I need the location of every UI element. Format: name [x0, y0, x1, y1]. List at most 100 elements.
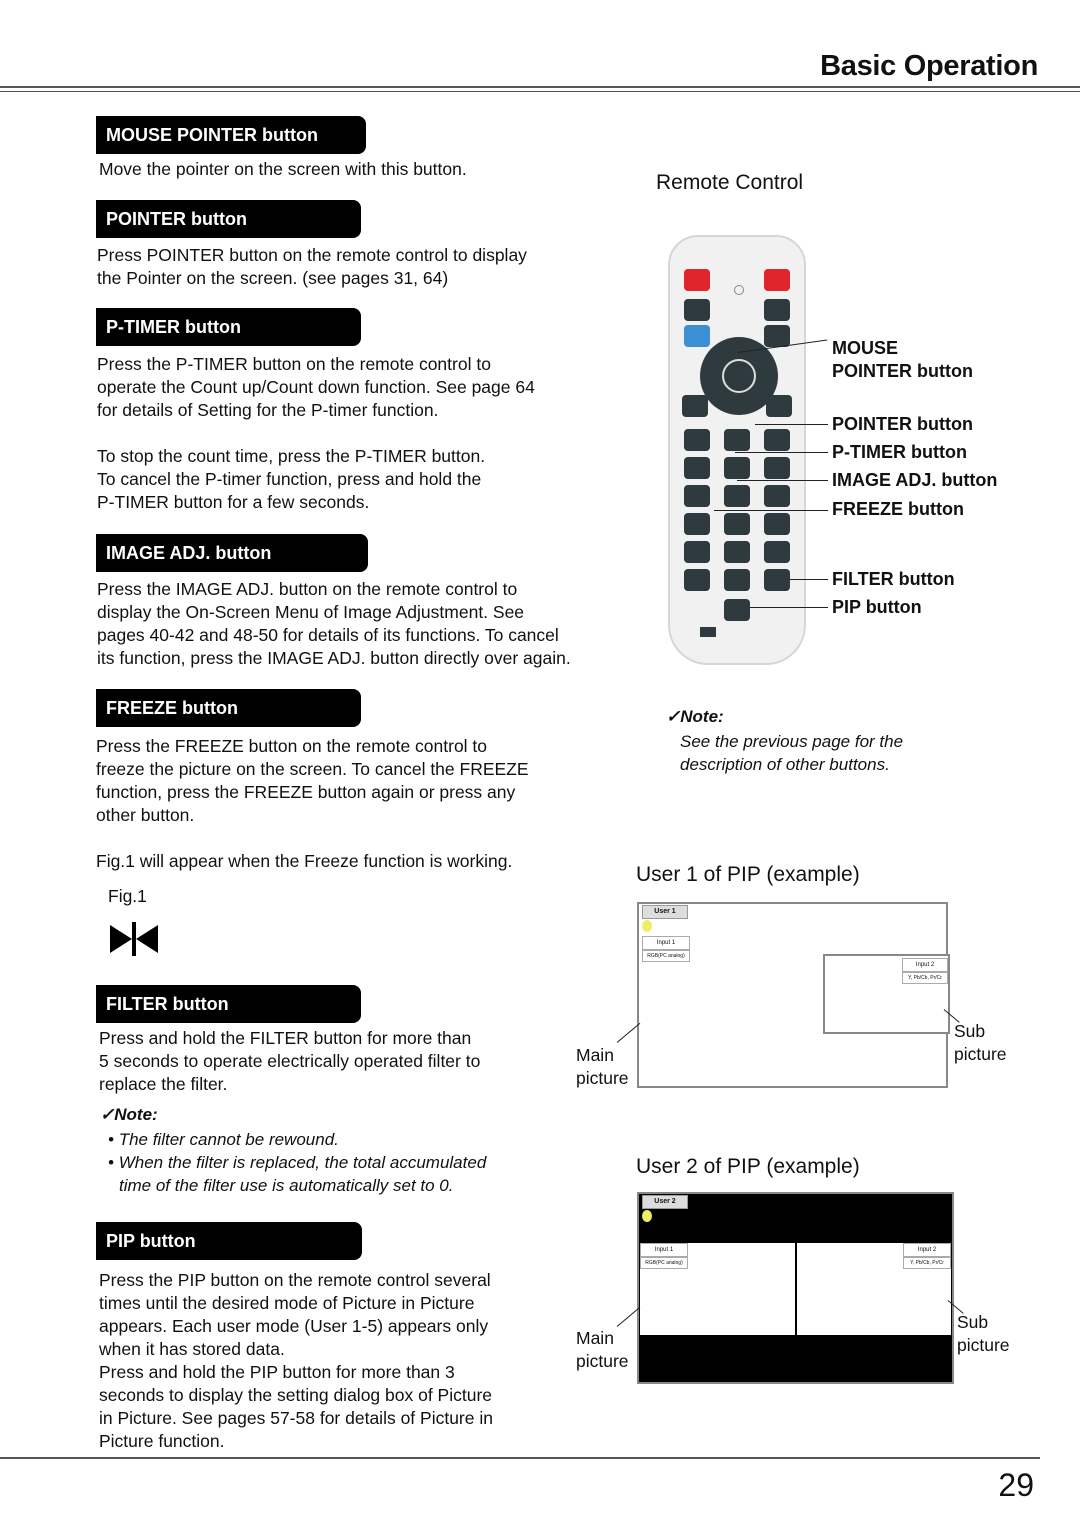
main-picture-window: Input 1 RGB(PC analog)	[640, 1243, 795, 1335]
callout-freeze: FREEZE button	[832, 499, 964, 519]
pip-text: Press the PIP button on the remote contr…	[99, 1269, 493, 1453]
imagesel-button-icon	[684, 457, 710, 479]
filter-text: Press and hold the FILTER button for mor…	[99, 1027, 480, 1096]
section-heading-p-timer: P-TIMER button	[96, 308, 361, 346]
text-line: when it has stored data.	[99, 1339, 285, 1359]
note-item: • When the filter is replaced, the total…	[108, 1153, 487, 1172]
text-line: replace the filter.	[99, 1074, 228, 1094]
text-line: in Picture. See pages 57-58 for details …	[99, 1408, 493, 1428]
section-heading-pip: PIP button	[96, 1222, 362, 1260]
zoom-down-button-icon	[684, 569, 710, 591]
input3-button-icon	[764, 513, 790, 535]
text-line: picture	[576, 1068, 629, 1088]
user-tab: User 1	[642, 905, 688, 919]
text-line: Press POINTER button on the remote contr…	[97, 245, 527, 265]
freeze-fig-text: Fig.1 will appear when the Freeze functi…	[96, 851, 513, 871]
imageadj-button-icon	[724, 457, 750, 479]
text-line: Sub	[957, 1312, 989, 1332]
text-line: freeze the picture on the screen. To can…	[96, 759, 529, 779]
sub-signal-label: Y, Pb/Cb, Pr/Cr	[903, 1257, 951, 1269]
freeze-button-icon	[684, 485, 710, 507]
pip-user2-title: User 2 of PIP (example)	[636, 1155, 860, 1178]
header-rule	[0, 86, 1080, 88]
callout-text: MOUSE	[832, 338, 899, 358]
sub-signal-label: Y, Pb/Cb, Pr/Cr	[902, 972, 948, 984]
freeze-text: Press the FREEZE button on the remote co…	[96, 735, 529, 827]
keystone-button-icon	[724, 513, 750, 535]
section-heading-freeze: FREEZE button	[96, 689, 361, 727]
bullet-icon: •	[108, 1153, 119, 1172]
p-timer-text-2: To stop the count time, press the P-TIME…	[97, 445, 485, 514]
sub-picture-caption: Sub picture	[957, 1311, 1010, 1357]
remote-control-image	[668, 235, 806, 665]
lensshift-button-icon	[684, 513, 710, 535]
pip-user2-screen: User 2 Input 1 RGB(PC analog) Input 2 Y,…	[637, 1192, 954, 1384]
text-line: its function, press the IMAGE ADJ. butto…	[97, 648, 571, 668]
text-line: the Pointer on the screen. (see pages 31…	[97, 268, 449, 288]
text-line: P-TIMER button for a few seconds.	[97, 492, 370, 512]
text-line: picture	[957, 1335, 1010, 1355]
text-line: Press and hold the PIP button for more t…	[99, 1362, 455, 1382]
callout-text: POINTER button	[832, 361, 973, 381]
input2-button-icon	[764, 485, 790, 507]
input-button-icon	[764, 299, 790, 321]
input1-button-icon	[764, 457, 790, 479]
main-signal-label: RGB(PC analog)	[642, 950, 690, 962]
menu-button-icon	[684, 325, 710, 347]
sub-picture-window: Input 2 Y, Pb/Cb, Pr/Cr	[797, 1243, 951, 1335]
ptimer-button-icon	[684, 429, 710, 451]
image-adj-text: Press the IMAGE ADJ. button on the remot…	[97, 578, 571, 670]
text-line: 5 seconds to operate electrically operat…	[99, 1051, 481, 1071]
callout-image-adj: IMAGE ADJ. button	[832, 470, 998, 490]
text-line: Press the PIP button on the remote contr…	[99, 1270, 491, 1290]
callout-line	[790, 579, 828, 580]
remote-note-text: See the previous page for the descriptio…	[680, 730, 903, 776]
pointer-text: Press POINTER button on the remote contr…	[97, 244, 527, 290]
screen-button-icon	[764, 429, 790, 451]
remote-control-title: Remote Control	[656, 171, 804, 194]
zoom-up-button-icon	[684, 541, 710, 563]
filter-button-icon	[764, 569, 790, 591]
freeze-icon	[110, 922, 158, 956]
text-line: Main	[576, 1045, 614, 1065]
indicator-icon	[734, 285, 744, 295]
page-title: Basic Operation	[820, 50, 1038, 82]
text-line: description of other buttons.	[680, 755, 890, 774]
section-heading-image-adj: IMAGE ADJ. button	[96, 534, 368, 572]
note-item: time of the filter use is automatically …	[119, 1176, 454, 1195]
text-line: display the On-Screen Menu of Image Adju…	[97, 602, 525, 622]
autopc-button-icon	[764, 325, 790, 347]
text-line: function, press the FREEZE button again …	[96, 782, 516, 802]
text-line: Sub	[954, 1021, 986, 1041]
select-button-icon	[722, 359, 756, 393]
check-icon: ✓	[666, 707, 681, 726]
filter-notes: • The filter cannot be rewound. • When t…	[108, 1128, 486, 1197]
callout-pointer: POINTER button	[832, 414, 973, 434]
main-input-label: Input 1	[640, 1243, 688, 1257]
text-line: appears. Each user mode (User 1-5) appea…	[99, 1316, 489, 1336]
text-line: other button.	[96, 805, 195, 825]
text-line: picture	[576, 1351, 629, 1371]
callout-line	[737, 480, 828, 481]
sub-picture-caption: Sub picture	[954, 1020, 1007, 1066]
text-line: See the previous page for the	[680, 732, 904, 751]
main-input-label: Input 1	[642, 936, 690, 950]
footer-rule	[0, 1457, 1040, 1459]
callout-line	[714, 510, 828, 511]
filter-note-title: ✓Note:	[100, 1105, 158, 1124]
mouse-pointer-text: Move the pointer on the screen with this…	[99, 159, 467, 179]
text-line: Press the FREEZE button on the remote co…	[96, 736, 488, 756]
info-button-icon	[764, 541, 790, 563]
main-picture-caption: Main picture	[576, 1327, 629, 1373]
lamp-icon	[642, 1210, 652, 1222]
focus-down-button-icon	[724, 569, 750, 591]
fig-label: Fig.1	[108, 886, 147, 906]
callout-line	[750, 607, 828, 608]
note-item: • The filter cannot be rewound.	[108, 1130, 339, 1149]
sub-input-label: Input 2	[903, 1243, 951, 1257]
callout-line	[755, 424, 828, 425]
section-heading-pointer: POINTER button	[96, 200, 361, 238]
dzoom-button-icon	[724, 485, 750, 507]
pip-user1-screen: User 1 Input 1 RGB(PC analog) Input 2 Y,…	[637, 902, 950, 1088]
text-line: picture	[954, 1044, 1007, 1064]
